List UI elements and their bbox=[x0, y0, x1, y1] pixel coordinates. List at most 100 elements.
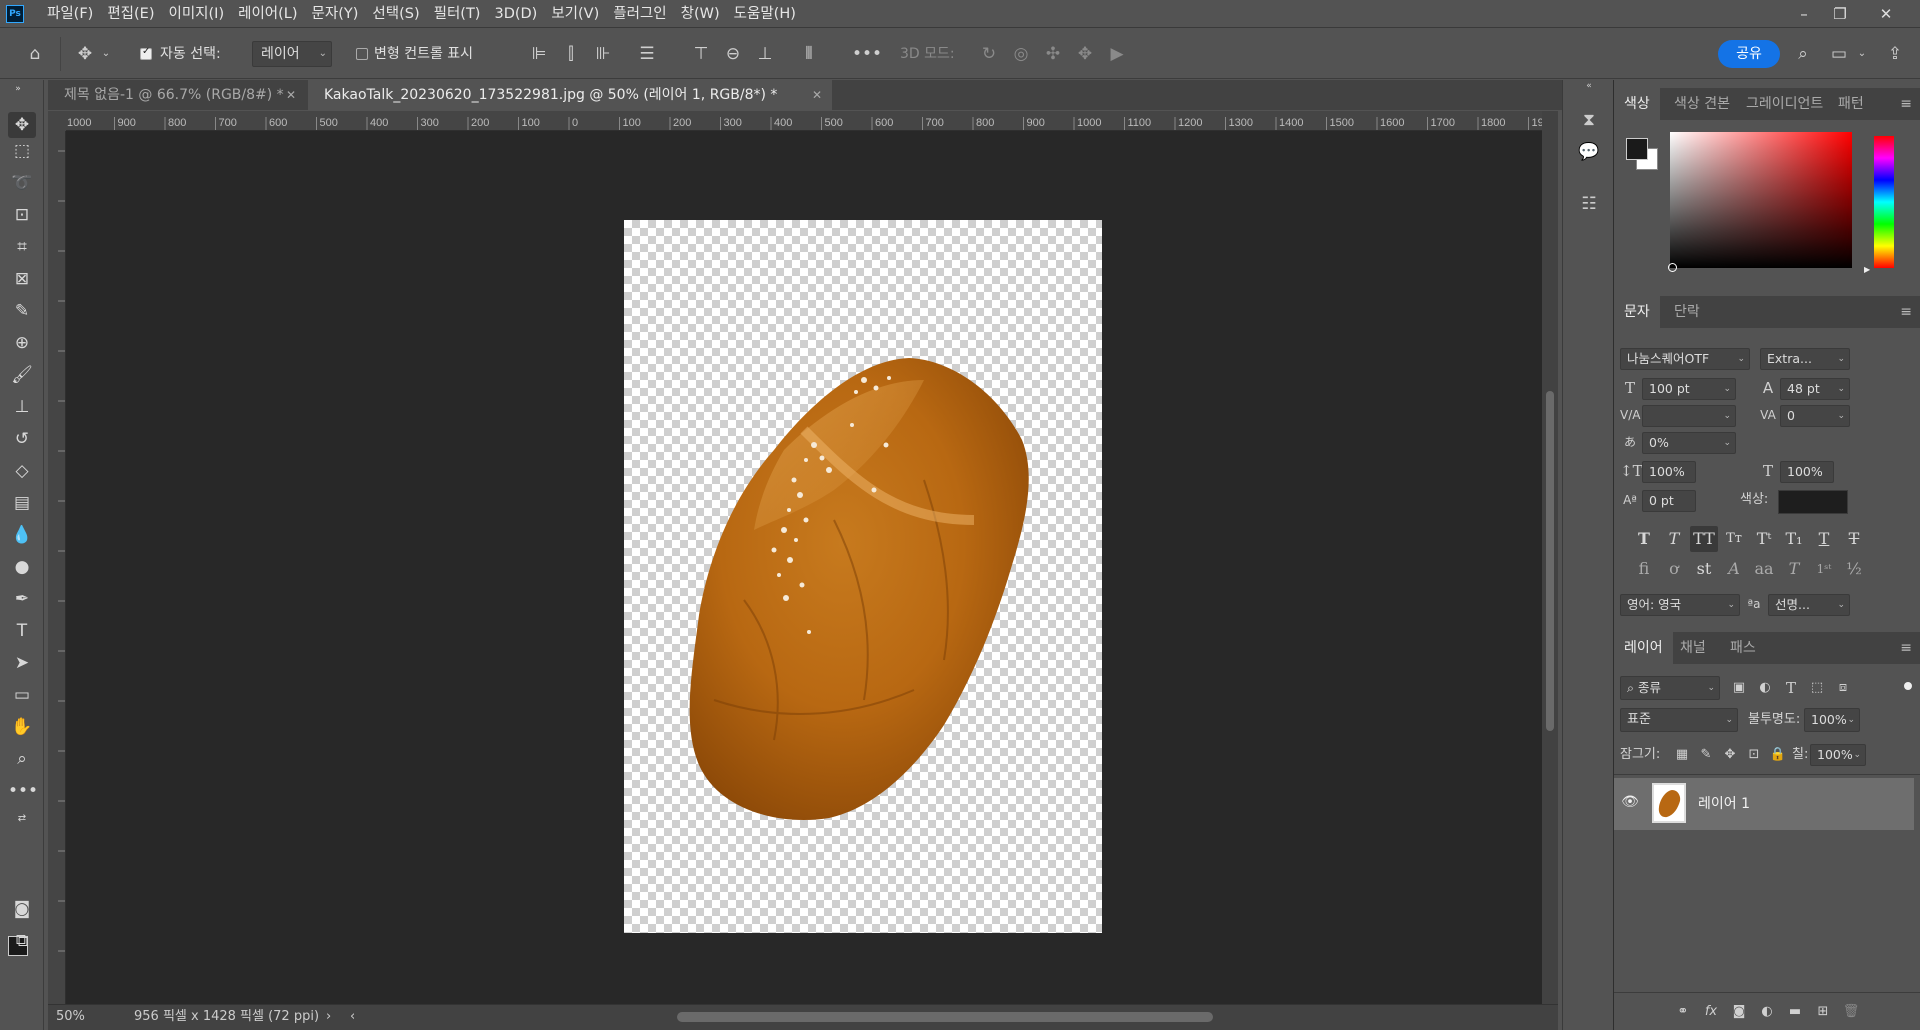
layer-row[interactable]: 👁 레이어 1 bbox=[1614, 778, 1914, 830]
lock-transparent-pixels-icon[interactable]: ▦ bbox=[1672, 744, 1692, 766]
font-size-input[interactable]: 100 pt ⌄ bbox=[1642, 378, 1736, 400]
faux-italic-button[interactable]: T bbox=[1660, 526, 1688, 552]
stylistic-alternates-button[interactable]: aa bbox=[1750, 556, 1778, 582]
more-tools-icon[interactable]: ••• bbox=[8, 778, 38, 804]
3d-pan-icon[interactable]: ✣ bbox=[1042, 43, 1064, 65]
kerning-input[interactable]: ⌄ bbox=[1642, 405, 1736, 427]
distribute-vertical-icon[interactable]: ☰ bbox=[636, 43, 658, 65]
history-brush-tool-icon[interactable]: ↺ bbox=[8, 426, 36, 452]
panel-menu-icon[interactable]: ≡ bbox=[1900, 296, 1912, 328]
home-icon[interactable]: ⌂ bbox=[24, 43, 46, 65]
vertical-ruler[interactable] bbox=[48, 131, 66, 1004]
align-left-icon[interactable]: ⊫ bbox=[528, 43, 550, 65]
adjustment-layer-icon[interactable]: ◐ bbox=[1756, 1001, 1778, 1023]
leading-input[interactable]: 48 pt ⌄ bbox=[1780, 378, 1850, 400]
search-icon[interactable]: ⌕ bbox=[1792, 43, 1814, 65]
titling-button[interactable]: T bbox=[1780, 556, 1808, 582]
add-mask-icon[interactable]: ◙ bbox=[1728, 1001, 1750, 1023]
color-picker-marker[interactable] bbox=[1668, 263, 1677, 272]
auto-select-target-dropdown[interactable]: 레이어 ⌄ bbox=[252, 41, 332, 67]
layer-name[interactable]: 레이어 1 bbox=[1698, 793, 1750, 813]
menu-image[interactable]: 이미지(I) bbox=[162, 0, 232, 28]
language-dropdown[interactable]: 영어: 영국 ⌄ bbox=[1620, 594, 1740, 616]
tab-paragraph[interactable]: 단락 bbox=[1664, 296, 1710, 328]
filter-toggle-icon[interactable] bbox=[1904, 682, 1912, 690]
more-options-icon[interactable]: ••• bbox=[852, 43, 882, 65]
underline-button[interactable]: T bbox=[1810, 526, 1838, 552]
tab-layers[interactable]: 레이어 bbox=[1614, 632, 1673, 664]
align-right-icon[interactable]: ⊪ bbox=[592, 43, 614, 65]
foreground-color-swatch[interactable] bbox=[1626, 138, 1648, 160]
hand-tool-icon[interactable]: ✋ bbox=[8, 714, 36, 740]
lock-all-icon[interactable]: 🔒 bbox=[1768, 744, 1788, 766]
menu-view[interactable]: 보기(V) bbox=[544, 0, 606, 28]
close-icon[interactable]: ✕ bbox=[286, 80, 296, 110]
hue-slider[interactable] bbox=[1874, 136, 1894, 268]
chevron-right-icon[interactable]: › bbox=[326, 1005, 331, 1029]
layer-style-icon[interactable]: fx bbox=[1700, 1001, 1722, 1023]
all-caps-button[interactable]: TT bbox=[1690, 526, 1718, 552]
horizontal-scrollbar-thumb[interactable] bbox=[677, 1012, 1213, 1022]
zoom-level[interactable]: 50% bbox=[56, 1005, 85, 1029]
new-group-icon[interactable]: ▬ bbox=[1784, 1001, 1806, 1023]
menu-layer[interactable]: 레이어(L) bbox=[231, 0, 304, 28]
adjustments-panel-icon[interactable]: ☷ bbox=[1575, 190, 1603, 218]
strikethrough-button[interactable]: T bbox=[1840, 526, 1868, 552]
type-layer-filter-icon[interactable]: T bbox=[1780, 677, 1802, 699]
link-layers-icon[interactable]: ⚭ bbox=[1672, 1001, 1694, 1023]
ligatures-button[interactable]: ﬁ bbox=[1630, 556, 1658, 582]
lock-position-icon[interactable]: ✥ bbox=[1720, 744, 1740, 766]
pixel-layer-filter-icon[interactable]: ▣ bbox=[1728, 677, 1750, 699]
move-tool-icon[interactable]: ✥ bbox=[74, 43, 96, 65]
3d-roll-icon[interactable]: ◎ bbox=[1010, 43, 1032, 65]
collapse-icon[interactable]: » bbox=[4, 84, 32, 94]
history-panel-icon[interactable]: ⧗ bbox=[1575, 106, 1603, 134]
stamp-tool-icon[interactable]: ⊥ bbox=[8, 394, 36, 420]
crop-tool-icon[interactable]: ⌗ bbox=[8, 234, 36, 260]
restore-icon[interactable]: ❐ bbox=[1822, 0, 1858, 28]
share-button[interactable]: 공유 bbox=[1718, 40, 1780, 68]
menu-file[interactable]: 파일(F) bbox=[40, 0, 100, 28]
dodge-tool-icon[interactable]: ● bbox=[8, 554, 36, 580]
menu-help[interactable]: 도움말(H) bbox=[727, 0, 803, 28]
menu-edit[interactable]: 편집(E) bbox=[100, 0, 161, 28]
smart-object-filter-icon[interactable]: ⧈ bbox=[1832, 677, 1854, 699]
old-style-button[interactable]: ơ bbox=[1660, 556, 1688, 582]
brush-tool-icon[interactable]: 🖌 bbox=[8, 362, 36, 388]
shape-layer-filter-icon[interactable]: ⬚ bbox=[1806, 677, 1828, 699]
eraser-tool-icon[interactable]: ◇ bbox=[8, 458, 36, 484]
path-selection-tool-icon[interactable]: ➤ bbox=[8, 650, 36, 676]
adjustment-layer-filter-icon[interactable]: ◐ bbox=[1754, 677, 1776, 699]
menu-3d[interactable]: 3D(D) bbox=[487, 0, 544, 28]
3d-camera-icon[interactable]: ▶ bbox=[1106, 43, 1128, 65]
auto-select-checkbox[interactable] bbox=[140, 46, 152, 60]
tab-swatches[interactable]: 색상 견본 bbox=[1664, 88, 1740, 120]
layer-filter-dropdown[interactable]: ⌕ 종류 ⌄ bbox=[1620, 676, 1720, 700]
collapse-icon[interactable]: « bbox=[1575, 80, 1603, 92]
delete-layer-icon[interactable]: 🗑 bbox=[1840, 1001, 1862, 1023]
lock-image-pixels-icon[interactable]: ✎ bbox=[1696, 744, 1716, 766]
baseline-shift-input[interactable]: 0 pt bbox=[1642, 490, 1696, 512]
tab-kakaotalk[interactable]: KakaoTalk_20230620_173522981.jpg @ 50% (… bbox=[308, 80, 832, 110]
menu-plugins[interactable]: 플러그인 bbox=[606, 0, 673, 28]
eye-icon[interactable]: 👁 bbox=[1620, 794, 1640, 814]
export-icon[interactable]: ⇪ bbox=[1884, 43, 1906, 65]
superscript-button[interactable]: Tᵗ bbox=[1750, 526, 1778, 552]
align-bottom-icon[interactable]: ⊥ bbox=[754, 43, 776, 65]
tsume-input[interactable]: 0% ⌄ bbox=[1642, 432, 1736, 454]
scroll-left-icon[interactable]: ‹ bbox=[350, 1005, 355, 1029]
comments-panel-icon[interactable]: 💬 bbox=[1575, 138, 1603, 166]
tab-gradients[interactable]: 그레이디언트 bbox=[1736, 88, 1833, 120]
lasso-tool-icon[interactable]: ➰ bbox=[8, 170, 36, 196]
menu-window[interactable]: 창(W) bbox=[674, 0, 727, 28]
lock-artboard-icon[interactable]: ⊡ bbox=[1744, 744, 1764, 766]
hue-marker-icon[interactable]: ▶ bbox=[1864, 265, 1870, 274]
eyedropper-tool-icon[interactable]: ✎ bbox=[8, 298, 36, 324]
move-tool-icon[interactable]: ✥ bbox=[8, 112, 36, 138]
transform-controls-checkbox[interactable] bbox=[356, 48, 368, 60]
chevron-down-icon[interactable]: ⌄ bbox=[100, 43, 112, 65]
type-tool-icon[interactable]: T bbox=[8, 618, 36, 644]
swash-button[interactable]: A bbox=[1720, 556, 1748, 582]
color-field[interactable] bbox=[1670, 132, 1852, 268]
tab-paths[interactable]: 패스 bbox=[1720, 632, 1766, 664]
